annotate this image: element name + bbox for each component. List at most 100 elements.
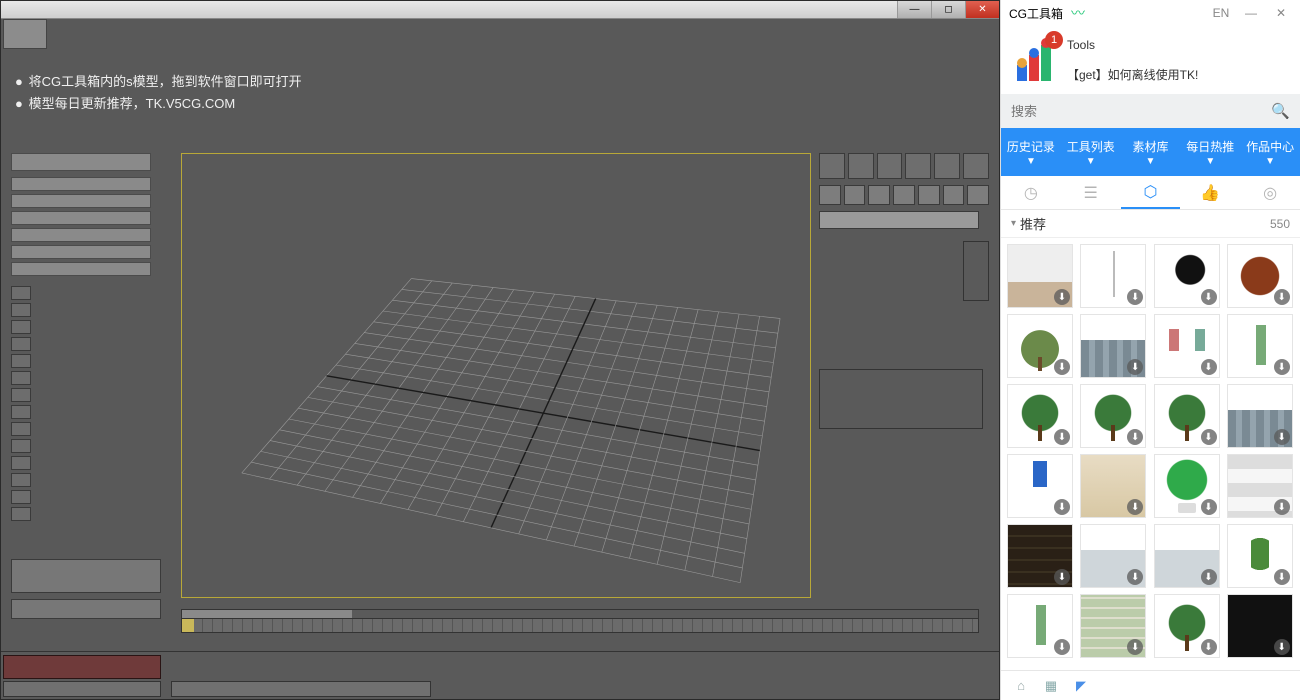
tab-works[interactable]: 作品中心▼ [1240, 128, 1300, 176]
asset-sofa[interactable]: ⬇ [1007, 244, 1073, 308]
stack-item[interactable] [11, 337, 31, 351]
subtool-button[interactable] [967, 185, 989, 205]
timeline-ruler[interactable] [181, 619, 979, 633]
list-icon[interactable]: ☰ [1061, 176, 1121, 209]
asset-pine-tree[interactable]: ⬇ [1154, 384, 1220, 448]
download-icon[interactable]: ⬇ [1201, 289, 1217, 305]
language-toggle[interactable]: EN [1210, 6, 1232, 20]
panel-header[interactable] [11, 153, 151, 171]
perspective-viewport[interactable] [181, 153, 811, 598]
timeline[interactable] [181, 609, 979, 633]
asset-ball-chair[interactable]: ⬇ [1154, 244, 1220, 308]
panel-item[interactable] [11, 177, 151, 191]
stack-item[interactable] [11, 388, 31, 402]
pin-icon[interactable]: ◤ [1071, 676, 1091, 696]
asset-oak-tree[interactable]: ⬇ [1007, 384, 1073, 448]
asset-bar-chairs[interactable]: ⬇ [1227, 594, 1293, 658]
stack-item[interactable] [11, 286, 31, 300]
asset-potted-plant[interactable]: ⬇ [1154, 454, 1220, 518]
gear-icon[interactable]: ◎ [1240, 176, 1300, 209]
download-icon[interactable]: ⬇ [1127, 289, 1143, 305]
asset-grid[interactable]: ⬇⬇⬇⬇⬇⬇⬇⬇⬇⬇⬇⬇⬇⬇⬇⬇⬇⬇⬇⬇⬇⬇⬇⬇ [1001, 238, 1300, 670]
grid-icon[interactable]: ▦ [1041, 676, 1061, 696]
notification-badge[interactable]: 1 [1045, 31, 1063, 49]
asset-city-block-a[interactable]: ⬇ [1080, 524, 1146, 588]
asset-maple-tree[interactable]: ⬇ [1080, 384, 1146, 448]
download-icon[interactable]: ⬇ [1274, 569, 1290, 585]
asset-office-towers[interactable]: ⬇ [1227, 384, 1293, 448]
download-icon[interactable]: ⬇ [1274, 289, 1290, 305]
object-name-field[interactable] [819, 211, 979, 229]
download-icon[interactable]: ⬇ [1127, 499, 1143, 515]
tool-button[interactable] [934, 153, 960, 179]
rollout-panel[interactable] [819, 369, 983, 429]
home-icon[interactable]: ⌂ [1011, 676, 1031, 696]
tab-daily[interactable]: 每日热推▼ [1180, 128, 1240, 176]
asset-floor-lamp[interactable]: ⬇ [1080, 244, 1146, 308]
thumbs-up-icon[interactable]: 👍 [1180, 176, 1240, 209]
panel-footer-b[interactable] [11, 599, 161, 619]
download-icon[interactable]: ⬇ [1274, 499, 1290, 515]
timeline-scrollbar[interactable] [181, 609, 979, 619]
panel-footer-a[interactable] [11, 559, 161, 593]
maximize-button[interactable]: ◻ [931, 1, 965, 18]
asset-apartment[interactable]: ⬇ [1080, 594, 1146, 658]
panel-item[interactable] [11, 194, 151, 208]
object-color-swatch[interactable] [963, 241, 989, 301]
download-icon[interactable]: ⬇ [1054, 429, 1070, 445]
download-icon[interactable]: ⬇ [1274, 639, 1290, 655]
asset-street-sign[interactable]: ⬇ [1007, 454, 1073, 518]
asset-vase-set[interactable]: ⬇ [1080, 454, 1146, 518]
download-icon[interactable]: ⬇ [1054, 359, 1070, 375]
download-icon[interactable]: ⬇ [1054, 569, 1070, 585]
stack-item[interactable] [11, 490, 31, 504]
toolbox-titlebar[interactable]: CG工具箱 〰 EN — ✕ [1001, 0, 1300, 26]
asset-bare-tree[interactable]: ⬇ [1007, 314, 1073, 378]
asset-drawer-cabinet[interactable]: ⬇ [1007, 524, 1073, 588]
panel-item[interactable] [11, 262, 151, 276]
download-icon[interactable]: ⬇ [1274, 359, 1290, 375]
clock-icon[interactable]: ◷ [1001, 176, 1061, 209]
tool-button[interactable] [963, 153, 989, 179]
search-input[interactable] [1011, 104, 1271, 119]
cube-icon[interactable]: ⬡ [1121, 176, 1181, 209]
subtool-button[interactable] [918, 185, 940, 205]
asset-walking-woman[interactable]: ⬇ [1227, 314, 1293, 378]
stack-item[interactable] [11, 422, 31, 436]
status-prompt[interactable] [3, 655, 161, 679]
app-titlebar[interactable]: — ◻ ✕ [1, 1, 999, 19]
download-icon[interactable]: ⬇ [1127, 569, 1143, 585]
subtool-button[interactable] [819, 185, 841, 205]
app-menu-icon[interactable] [3, 19, 47, 49]
stack-item[interactable] [11, 507, 31, 521]
subtool-button[interactable] [943, 185, 965, 205]
search-icon[interactable]: 🔍 [1271, 102, 1290, 120]
stack-item[interactable] [11, 371, 31, 385]
section-header[interactable]: ▾ 推荐 550 [1001, 210, 1300, 238]
asset-city-block-b[interactable]: ⬇ [1154, 524, 1220, 588]
stack-item[interactable] [11, 439, 31, 453]
asset-red-plant[interactable]: ⬇ [1227, 244, 1293, 308]
tool-button[interactable] [905, 153, 931, 179]
tab-history[interactable]: 历史记录▼ [1001, 128, 1061, 176]
download-icon[interactable]: ⬇ [1274, 429, 1290, 445]
toolbox-minimize-button[interactable]: — [1240, 6, 1262, 20]
close-button[interactable]: ✕ [965, 1, 999, 18]
subtool-button[interactable] [868, 185, 890, 205]
download-icon[interactable]: ⬇ [1201, 569, 1217, 585]
subtool-button[interactable] [893, 185, 915, 205]
asset-tall-tree[interactable]: ⬇ [1227, 524, 1293, 588]
panel-item[interactable] [11, 211, 151, 225]
download-icon[interactable]: ⬇ [1201, 499, 1217, 515]
asset-people-group[interactable]: ⬇ [1154, 314, 1220, 378]
stack-item[interactable] [11, 320, 31, 334]
tab-assets[interactable]: 素材库▼ [1121, 128, 1181, 176]
download-icon[interactable]: ⬇ [1127, 359, 1143, 375]
stack-item[interactable] [11, 405, 31, 419]
tool-button[interactable] [877, 153, 903, 179]
download-icon[interactable]: ⬇ [1127, 639, 1143, 655]
header-tip-label[interactable]: 【get】如何离线使用TK! [1067, 65, 1198, 85]
tool-button[interactable] [848, 153, 874, 179]
asset-bush[interactable]: ⬇ [1154, 594, 1220, 658]
tab-tools[interactable]: 工具列表▼ [1061, 128, 1121, 176]
